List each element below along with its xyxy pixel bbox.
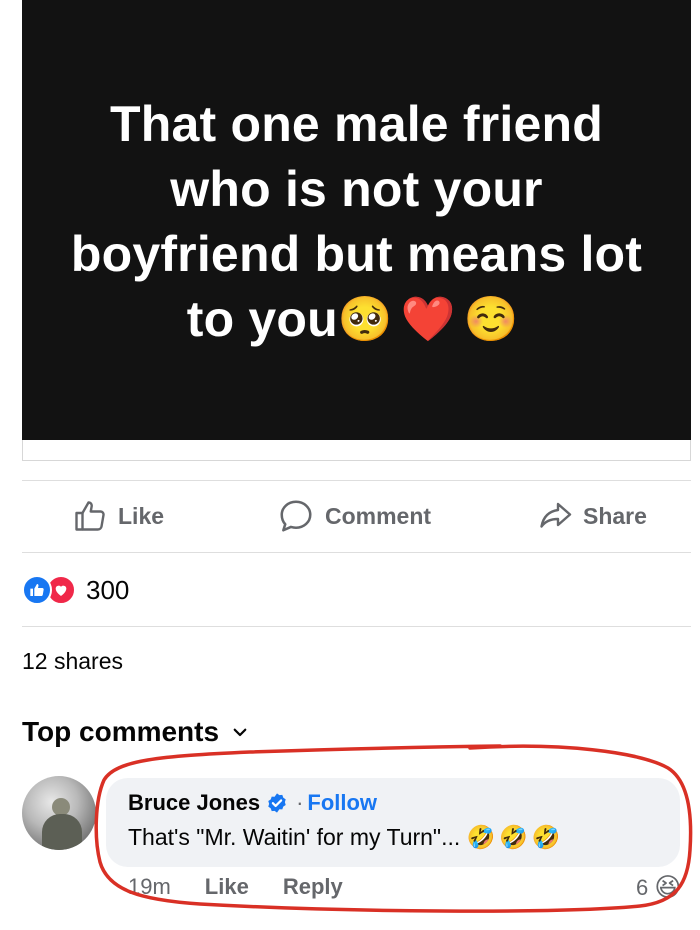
- comment-author[interactable]: Bruce Jones: [128, 790, 260, 816]
- reaction-count: 300: [86, 574, 130, 605]
- chevron-down-icon: [233, 728, 247, 737]
- thumbs-up-icon: [75, 501, 105, 531]
- comment-reply-button[interactable]: Reply: [283, 874, 343, 900]
- like-reaction-icon: [22, 575, 52, 605]
- comment-reactions[interactable]: 6 😆: [636, 872, 681, 903]
- comment-bubble: Bruce Jones · Follow That's "Mr. Waitin'…: [106, 778, 680, 867]
- comment-body: That's "Mr. Waitin' for my Turn"...: [128, 824, 461, 850]
- top-comments-dropdown[interactable]: Top comments: [22, 716, 249, 748]
- haha-reaction-icon: 😆: [654, 872, 682, 902]
- comment-time[interactable]: 19m: [128, 874, 171, 900]
- action-bar: Like Comment Share: [22, 480, 691, 552]
- top-comments-label: Top comments: [22, 716, 220, 747]
- divider: [22, 552, 691, 553]
- shares-count[interactable]: 12 shares: [22, 648, 123, 675]
- like-label: Like: [118, 502, 165, 529]
- share-arrow-icon: [540, 502, 572, 528]
- reactions-summary[interactable]: 300: [22, 572, 129, 608]
- post-image[interactable]: That one male friend who is not your boy…: [22, 0, 691, 440]
- comment-meta: 19m Like Reply: [128, 874, 377, 900]
- comment-label: Comment: [325, 502, 432, 529]
- follow-button[interactable]: Follow: [307, 790, 377, 816]
- comment-bubble-icon: [280, 500, 312, 532]
- comment-header: Bruce Jones · Follow: [128, 790, 658, 816]
- avatar[interactable]: [22, 776, 96, 850]
- post-text: That one male friend who is not your boy…: [57, 92, 657, 352]
- avatar-body: [42, 814, 82, 850]
- separator-dot: ·: [296, 790, 304, 815]
- comment-reaction-count: 6: [636, 874, 649, 900]
- comment-like-button[interactable]: Like: [205, 874, 249, 900]
- post-text-emojis: 🥺❤️☺️: [337, 295, 527, 344]
- share-button[interactable]: Share: [537, 480, 647, 552]
- image-bottom-strip: [22, 440, 691, 461]
- divider: [22, 626, 691, 627]
- like-button[interactable]: Like: [72, 480, 164, 552]
- comment-emojis: 🤣🤣🤣: [466, 824, 565, 850]
- comment-text: That's "Mr. Waitin' for my Turn"... 🤣🤣🤣: [128, 824, 658, 851]
- verified-badge-icon: [266, 792, 288, 814]
- share-label: Share: [583, 502, 647, 529]
- comment-button[interactable]: Comment: [277, 480, 431, 552]
